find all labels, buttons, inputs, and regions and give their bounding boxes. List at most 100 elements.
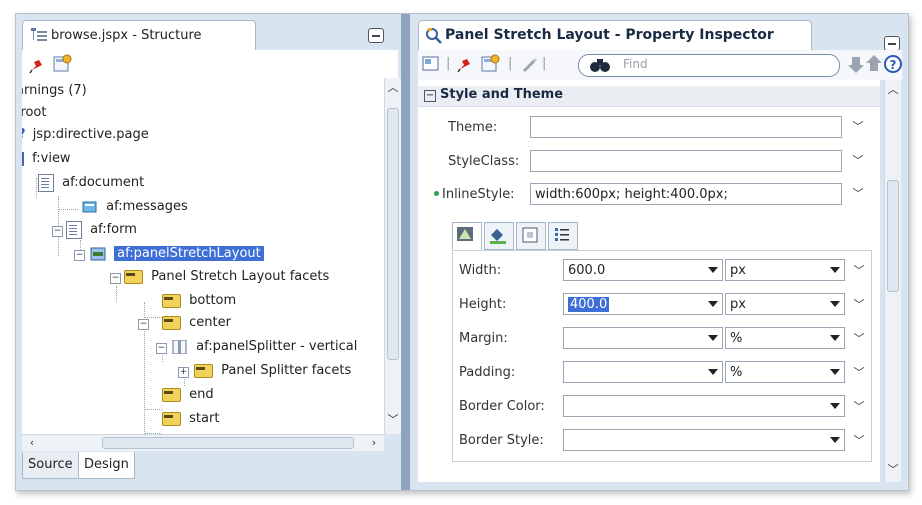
- tree-item-selected[interactable]: af:panelStretchLayout: [90, 243, 264, 265]
- border-style-dropdown-arrow[interactable]: [827, 430, 843, 450]
- padding-unit-dropdown-arrow[interactable]: [827, 362, 843, 382]
- structure-vertical-scrollbar[interactable]: ︿ ﹀: [384, 78, 401, 434]
- structure-horizontal-scrollbar[interactable]: ‹ ›: [22, 434, 384, 451]
- height-dropdown-arrow[interactable]: [705, 294, 721, 314]
- minimize-structure-button[interactable]: [368, 28, 384, 43]
- chevron-down-icon[interactable]: ﹀: [853, 265, 865, 277]
- chevron-down-icon[interactable]: ﹀: [853, 435, 865, 447]
- structure-tab[interactable]: browse.jspx - Structure: [22, 20, 256, 51]
- scrollbar-thumb[interactable]: [102, 437, 354, 449]
- find-previous-icon[interactable]: [866, 54, 882, 72]
- tree-item[interactable]: end: [162, 384, 214, 406]
- tree-item-label: :root: [22, 105, 47, 120]
- scroll-right-icon[interactable]: ›: [368, 437, 380, 449]
- scrollbar-thumb[interactable]: [887, 180, 899, 292]
- tree-item-label: bottom: [189, 293, 237, 308]
- collapse-icon[interactable]: −: [138, 319, 149, 330]
- tree-item[interactable]: af:document: [38, 172, 144, 194]
- section-title: Style and Theme: [440, 87, 564, 102]
- section-header[interactable]: − Style and Theme: [418, 86, 880, 107]
- box-model-icon: [522, 227, 538, 243]
- tree-item[interactable]: ? jsp:directive.page: [22, 124, 149, 146]
- freeze-view-icon[interactable]: [52, 54, 72, 74]
- tree-item[interactable]: af:messages: [82, 196, 188, 218]
- tree-item[interactable]: Panel Splitter facets: [194, 360, 351, 382]
- tree-item[interactable]: arnings (7): [22, 80, 87, 102]
- layout-icon[interactable]: [422, 55, 440, 73]
- chevron-down-icon[interactable]: ﹀: [853, 401, 865, 413]
- tree-item[interactable]: center: [162, 312, 231, 334]
- tree-item[interactable]: f:view: [22, 148, 71, 170]
- inlinestyle-label: InlineStyle:: [442, 187, 515, 202]
- tree-item-label: start: [189, 411, 220, 426]
- panel-splitter-icon: [172, 339, 187, 354]
- border-style-field[interactable]: [563, 429, 845, 451]
- tree-item[interactable]: bottom: [162, 290, 236, 312]
- inspector-vertical-scrollbar[interactable]: ︿ ﹀: [884, 80, 901, 482]
- width-field[interactable]: 600.0: [563, 259, 723, 281]
- find-input[interactable]: Find: [578, 54, 840, 77]
- minimize-inspector-button[interactable]: [884, 36, 900, 51]
- styleclass-field[interactable]: [530, 150, 842, 172]
- theme-label: Theme:: [448, 120, 498, 135]
- help-icon[interactable]: ?: [884, 54, 902, 74]
- scroll-left-icon[interactable]: ‹: [26, 437, 38, 449]
- tree-item-label: af:messages: [106, 199, 188, 214]
- tree-item[interactable]: start: [162, 408, 219, 430]
- tree-item-label: Panel Stretch Layout facets: [151, 269, 330, 284]
- collapse-section-icon[interactable]: −: [424, 90, 436, 102]
- height-field[interactable]: 400.0: [563, 293, 723, 315]
- scroll-up-icon[interactable]: ︿: [887, 84, 899, 96]
- tab-list[interactable]: [548, 222, 578, 250]
- tab-text[interactable]: [452, 222, 482, 250]
- scroll-up-icon[interactable]: ︿: [387, 82, 399, 94]
- padding-field[interactable]: [563, 361, 723, 383]
- collapse-icon[interactable]: −: [110, 273, 121, 284]
- scroll-down-icon[interactable]: ﹀: [887, 464, 899, 476]
- border-color-field[interactable]: [563, 395, 845, 417]
- chevron-down-icon[interactable]: ﹀: [853, 367, 865, 379]
- tree-item-label: af:form: [90, 222, 137, 237]
- expand-icon[interactable]: +: [178, 367, 189, 378]
- tab-box[interactable]: [516, 222, 546, 250]
- find-next-icon[interactable]: [848, 56, 864, 74]
- collapse-icon[interactable]: −: [156, 343, 167, 354]
- margin-unit-dropdown-arrow[interactable]: [827, 328, 843, 348]
- margin-field[interactable]: [563, 327, 723, 349]
- tree-item[interactable]: Panel Stretch Layout facets: [124, 266, 329, 288]
- tree-item[interactable]: af:form: [66, 219, 137, 241]
- chevron-down-icon[interactable]: ﹀: [852, 121, 864, 133]
- pin-icon[interactable]: [456, 55, 474, 73]
- scroll-down-icon[interactable]: ﹀: [387, 414, 399, 426]
- height-unit-dropdown-arrow[interactable]: [827, 294, 843, 314]
- edit-pencil-icon[interactable]: [520, 55, 538, 73]
- chevron-down-icon[interactable]: ﹀: [852, 155, 864, 167]
- freeze-view-icon[interactable]: [480, 54, 500, 74]
- panel-divider[interactable]: [401, 14, 410, 490]
- tab-design[interactable]: Design: [78, 452, 135, 479]
- modified-indicator-icon: [434, 191, 439, 196]
- structure-tree: arnings (7) :root ? jsp:directive.page f…: [22, 78, 384, 434]
- chevron-down-icon[interactable]: ﹀: [853, 299, 865, 311]
- property-inspector-tab[interactable]: Panel Stretch Layout - Property Inspecto…: [418, 20, 812, 51]
- collapse-icon[interactable]: −: [74, 250, 85, 261]
- tree-item[interactable]: af:panelSplitter - vertical: [172, 336, 357, 358]
- width-unit-dropdown-arrow[interactable]: [827, 260, 843, 280]
- tab-source[interactable]: Source: [22, 452, 79, 479]
- theme-field[interactable]: [530, 116, 842, 138]
- margin-dropdown-arrow[interactable]: [705, 328, 721, 348]
- scrollbar-thumb[interactable]: [387, 108, 399, 360]
- property-inspector-title: Panel Stretch Layout - Property Inspecto…: [445, 27, 774, 43]
- padding-dropdown-arrow[interactable]: [705, 362, 721, 382]
- tree-item[interactable]: :root: [22, 102, 46, 124]
- collapse-icon[interactable]: −: [52, 226, 63, 237]
- tab-background[interactable]: [484, 222, 514, 250]
- document-icon: [38, 173, 54, 192]
- border-color-dropdown-arrow[interactable]: [827, 396, 843, 416]
- chevron-down-icon[interactable]: ﹀: [853, 333, 865, 345]
- width-dropdown-arrow[interactable]: [705, 260, 721, 280]
- tree-item-label: arnings (7): [22, 83, 87, 98]
- inlinestyle-field[interactable]: width:600px; height:400.0px;: [530, 183, 842, 205]
- chevron-down-icon[interactable]: ﹀: [852, 188, 864, 200]
- pin-icon[interactable]: [28, 56, 46, 74]
